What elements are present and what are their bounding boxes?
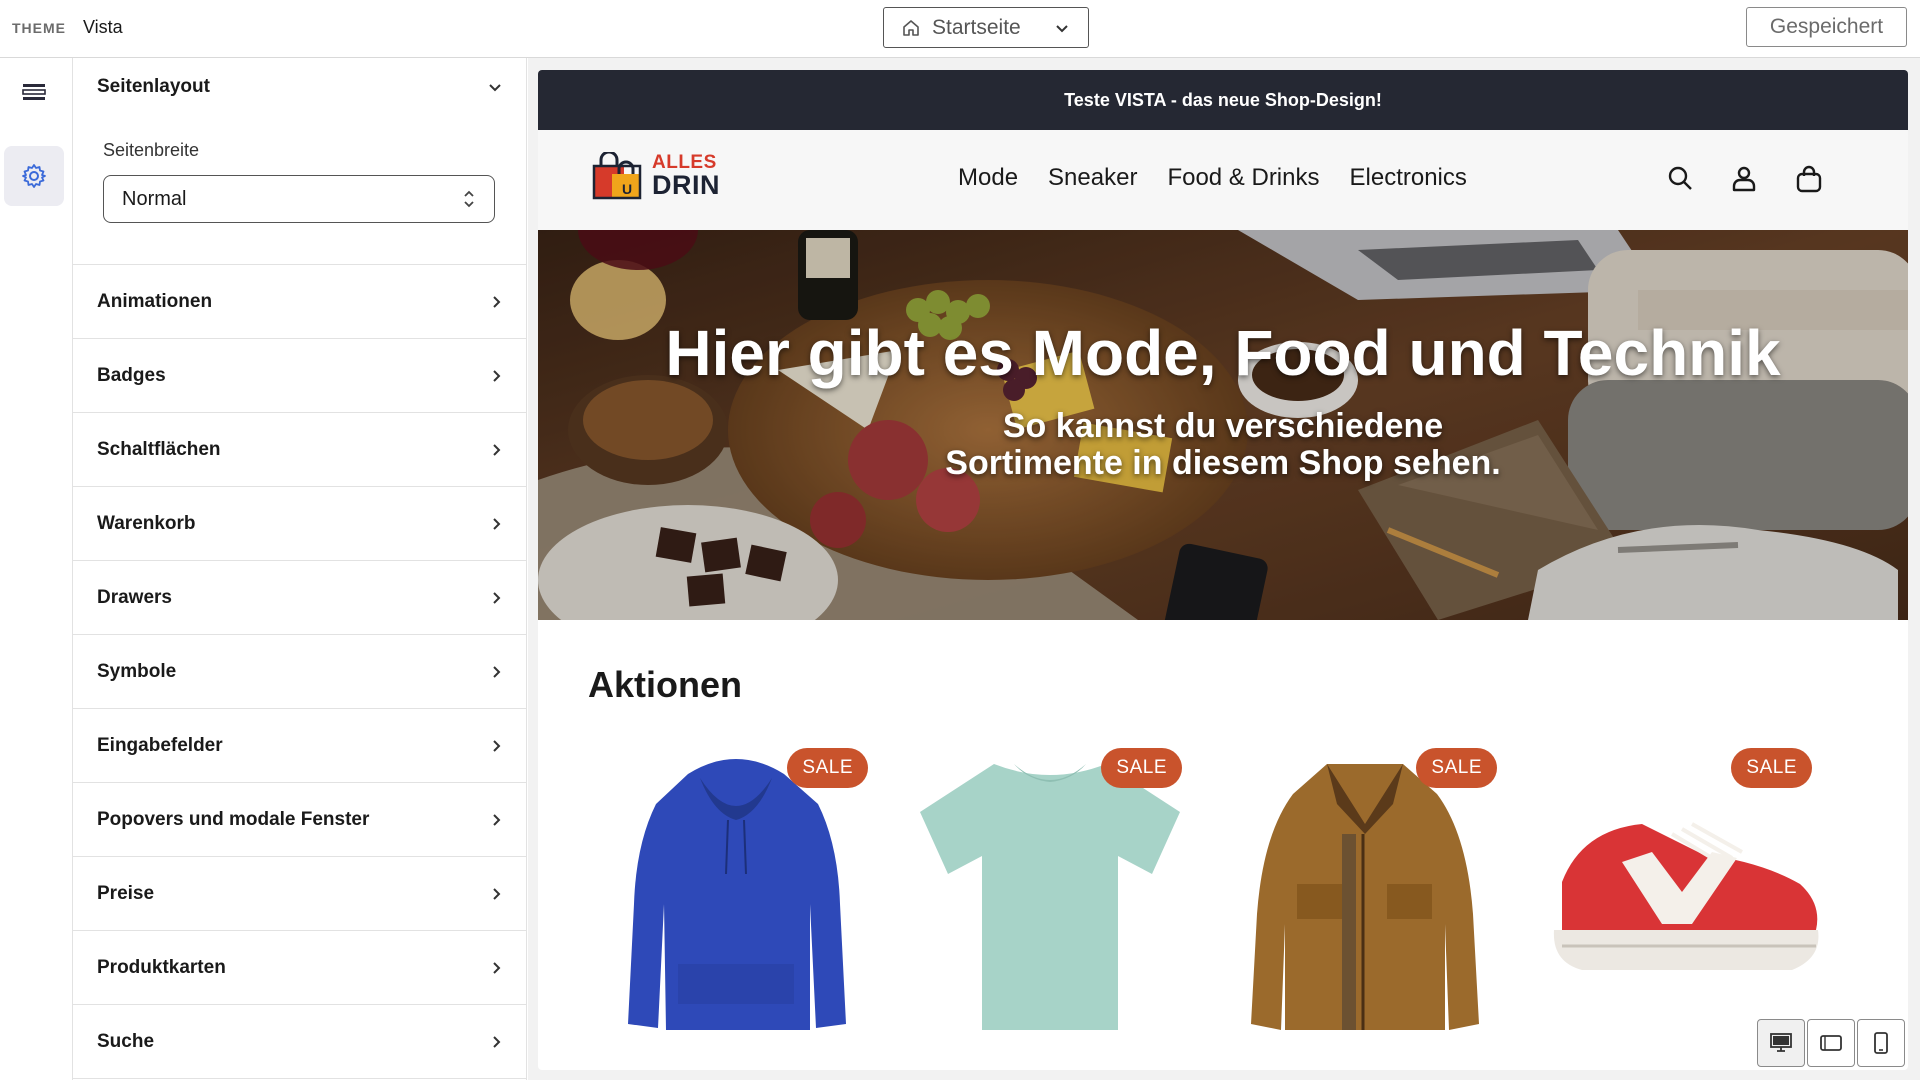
- page-select-dropdown[interactable]: Startseite: [883, 7, 1089, 48]
- desktop-icon: [1770, 1033, 1792, 1052]
- accordion-item[interactable]: Produktkarten: [73, 931, 526, 1005]
- sale-badge: SALE: [1416, 748, 1497, 788]
- cart-bag-icon[interactable]: [1794, 164, 1824, 194]
- chevron-right-icon: [493, 1035, 501, 1048]
- top-bar: THEME Vista Startseite Gespeichert: [0, 0, 1920, 58]
- tablet-icon: [1820, 1035, 1842, 1051]
- chevron-down-icon: [489, 84, 501, 92]
- accordion-item[interactable]: Badges: [73, 339, 526, 413]
- search-icon[interactable]: [1666, 164, 1694, 192]
- accordion-item[interactable]: Animationen: [73, 265, 526, 339]
- mobile-view-button[interactable]: [1857, 1019, 1905, 1067]
- theme-label: THEME: [12, 20, 66, 36]
- accordion-list: Animationen Badges Schaltflächen Warenkorb D…: [73, 265, 526, 1079]
- hero-subtitle-line: Sortimente in diesem Shop sehen.: [945, 444, 1501, 482]
- chevron-right-icon: [493, 295, 501, 308]
- accordion-item-label: Symbole: [97, 660, 177, 682]
- nav-link[interactable]: Food & Drinks: [1167, 164, 1319, 192]
- chevron-right-icon: [493, 443, 501, 456]
- chevron-down-icon: [1056, 24, 1068, 32]
- nav-link[interactable]: Sneaker: [1048, 164, 1137, 192]
- product-grid: SALE SALE SALE SALE: [588, 734, 1848, 1054]
- section-header-seitenlayout[interactable]: Seitenlayout: [73, 58, 526, 116]
- chevron-right-icon: [493, 665, 501, 678]
- accordion-item[interactable]: Popovers und modale Fenster: [73, 783, 526, 857]
- chevron-right-icon: [493, 813, 501, 826]
- sale-badge: SALE: [787, 748, 868, 788]
- accordion-item-label: Animationen: [97, 290, 213, 312]
- chevron-right-icon: [493, 369, 501, 382]
- sale-badge: SALE: [1731, 748, 1812, 788]
- hero-banner[interactable]: Hier gibt es Mode, Food und Technik So k…: [538, 230, 1908, 620]
- section-seitenlayout: Seitenlayout Seitenbreite Normal: [73, 58, 526, 265]
- mobile-icon: [1874, 1032, 1888, 1054]
- theme-name: Vista: [83, 17, 123, 37]
- chevron-right-icon: [493, 591, 501, 604]
- home-icon: [903, 19, 919, 36]
- store-logo[interactable]: U ALLES DRIN: [592, 152, 720, 200]
- accordion-item-label: Preise: [97, 882, 155, 904]
- svg-text:U: U: [622, 181, 632, 197]
- section-title: Seitenlayout: [97, 76, 210, 97]
- page-select-label: Startseite: [932, 15, 1021, 39]
- device-switcher: [1757, 1019, 1907, 1067]
- logo-wordmark: ALLES DRIN: [652, 153, 720, 199]
- storefront-preview: Teste VISTA - das neue Shop-Design! U AL…: [528, 58, 1920, 1080]
- accordion-item-label: Suche: [97, 1030, 155, 1052]
- seitenbreite-select[interactable]: Normal: [103, 175, 495, 223]
- product-card[interactable]: SALE: [1217, 734, 1513, 1054]
- accordion-item-label: Warenkorb: [97, 512, 196, 534]
- announcement-bar[interactable]: Teste VISTA - das neue Shop-Design!: [538, 70, 1908, 130]
- desktop-view-button[interactable]: [1757, 1019, 1805, 1067]
- chevron-right-icon: [493, 739, 501, 752]
- sections-icon: [22, 84, 46, 100]
- theme-settings-button[interactable]: [4, 146, 64, 206]
- main-navigation: Mode Sneaker Food & Drinks Electronics: [958, 164, 1467, 192]
- accordion-item[interactable]: Drawers: [73, 561, 526, 635]
- nav-link[interactable]: Mode: [958, 164, 1018, 192]
- gear-icon: [22, 164, 46, 188]
- accordion-item[interactable]: Preise: [73, 857, 526, 931]
- accordion-item[interactable]: Eingabefelder: [73, 709, 526, 783]
- accordion-item-label: Badges: [97, 364, 166, 386]
- store-header: U ALLES DRIN Mode Sneaker Food & Drinks Ele…: [538, 130, 1908, 230]
- hero-subtitle: So kannst du verschiedene Sortimente in …: [538, 408, 1908, 482]
- product-card[interactable]: SALE: [902, 734, 1198, 1054]
- sections-button[interactable]: [4, 62, 64, 122]
- accordion-item-label: Produktkarten: [97, 956, 226, 978]
- select-value: Normal: [122, 187, 187, 210]
- section-title-aktionen: Aktionen: [588, 664, 743, 705]
- accordion-item[interactable]: Suche: [73, 1005, 526, 1079]
- sale-badge: SALE: [1101, 748, 1182, 788]
- nav-link[interactable]: Electronics: [1350, 164, 1467, 192]
- accordion-item-label: Eingabefelder: [97, 734, 223, 756]
- accordion-item-label: Schaltflächen: [97, 438, 221, 460]
- accordion-item[interactable]: Symbole: [73, 635, 526, 709]
- chevron-right-icon: [493, 961, 501, 974]
- product-card[interactable]: SALE: [1532, 734, 1828, 1054]
- chevron-right-icon: [493, 517, 501, 530]
- account-icon[interactable]: [1730, 164, 1758, 192]
- icon-rail: [0, 58, 73, 1080]
- accordion-item[interactable]: Schaltflächen: [73, 413, 526, 487]
- settings-panel: Seitenlayout Seitenbreite Normal Animati…: [73, 58, 527, 1080]
- accordion-item[interactable]: Warenkorb: [73, 487, 526, 561]
- header-icons: [1666, 164, 1824, 194]
- tablet-view-button[interactable]: [1807, 1019, 1855, 1067]
- accordion-item-label: Drawers: [97, 586, 172, 608]
- saved-button[interactable]: Gespeichert: [1746, 7, 1907, 47]
- hero-subtitle-line: So kannst du verschiedene: [1002, 407, 1444, 445]
- accordion-item-label: Popovers und modale Fenster: [97, 808, 370, 830]
- shopping-bags-logo-icon: U: [592, 152, 642, 200]
- product-card[interactable]: SALE: [588, 734, 884, 1054]
- hero-title: Hier gibt es Mode, Food und Technik: [665, 317, 1781, 389]
- select-arrows-icon: [464, 190, 474, 208]
- chevron-right-icon: [493, 887, 501, 900]
- logo-text-bottom: DRIN: [652, 170, 720, 200]
- field-label-seitenbreite: Seitenbreite: [103, 140, 200, 160]
